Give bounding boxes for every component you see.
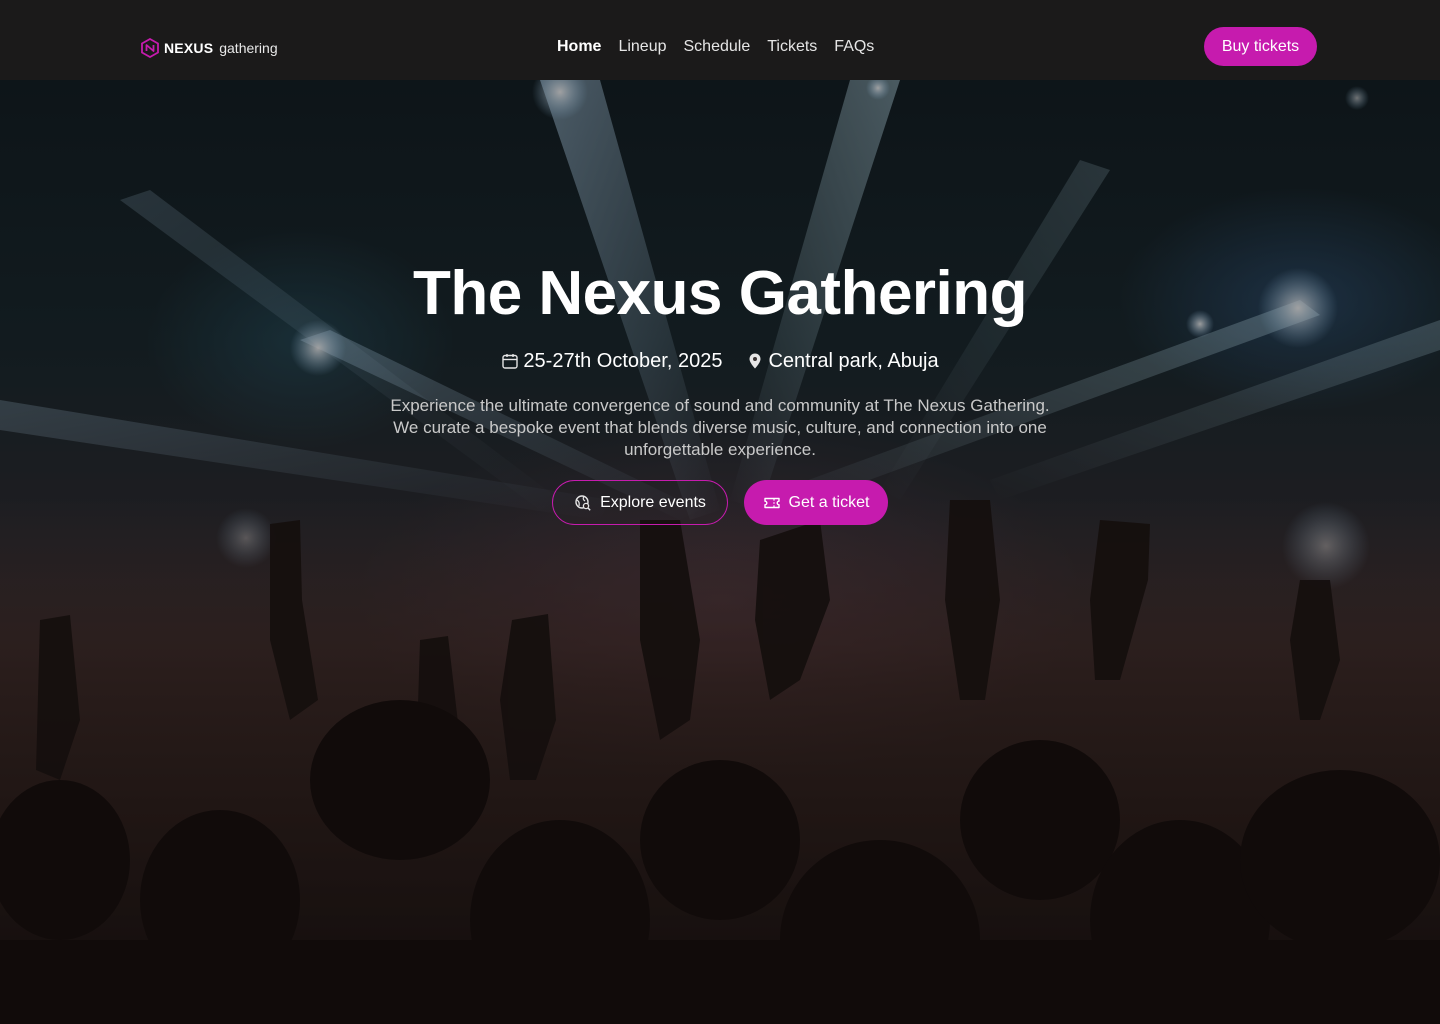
nav-link-home[interactable]: Home xyxy=(557,36,601,58)
hero-background xyxy=(0,80,1440,1024)
calendar-icon xyxy=(502,354,519,369)
explore-events-button[interactable]: Explore events xyxy=(552,480,728,525)
ticket-icon xyxy=(763,497,780,508)
nav-link-faqs[interactable]: FAQs xyxy=(834,36,874,58)
get-ticket-button[interactable]: Get a ticket xyxy=(744,480,888,525)
nav-links: Home Lineup Schedule Tickets FAQs xyxy=(557,36,874,58)
event-location-text: Central park, Abuja xyxy=(768,350,939,372)
brand-name-light: gathering xyxy=(219,40,278,56)
nav-link-schedule[interactable]: Schedule xyxy=(684,36,751,58)
event-date-text: 25-27th October, 2025 xyxy=(523,350,723,372)
explore-events-label: Explore events xyxy=(600,493,706,511)
map-pin-icon xyxy=(749,353,761,369)
nav-link-tickets[interactable]: Tickets xyxy=(767,36,817,58)
brand-logo[interactable]: NEXUS gathering xyxy=(140,37,278,59)
hero-actions: Explore events Get a ticket xyxy=(552,480,888,525)
get-ticket-label: Get a ticket xyxy=(788,493,870,511)
event-location: Central park, Abuja xyxy=(746,348,939,374)
buy-tickets-button[interactable]: Buy tickets xyxy=(1204,27,1317,66)
nexus-logo-icon xyxy=(141,38,159,58)
top-nav: NEXUS gathering Home Lineup Schedule Tic… xyxy=(0,0,1440,80)
hero-title: The Nexus Gathering xyxy=(412,259,1028,328)
brand-name-strong: NEXUS xyxy=(164,40,214,56)
event-date: 25-27th October, 2025 xyxy=(501,348,722,374)
globe-search-icon xyxy=(575,494,591,511)
hero-description: Experience the ultimate convergence of s… xyxy=(390,396,1050,459)
hero-overlay xyxy=(0,80,1440,1024)
nav-link-lineup[interactable]: Lineup xyxy=(618,36,666,58)
event-meta: 25-27th October, 2025 Central park, Abuj… xyxy=(0,348,1440,374)
